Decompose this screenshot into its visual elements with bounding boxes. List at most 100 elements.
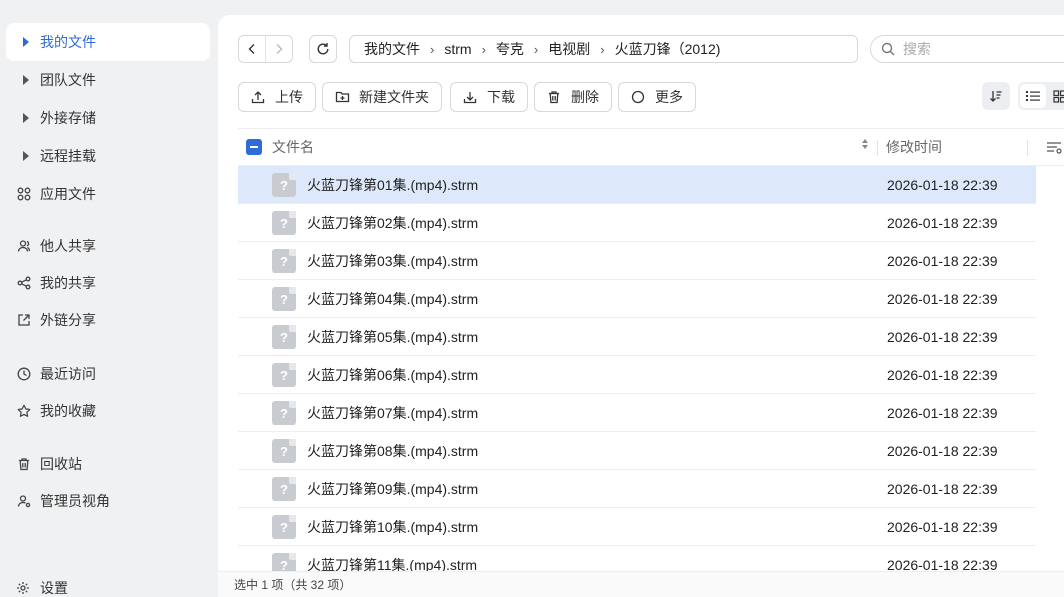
file-browser-panel: 我的文件 › strm › 夸克 › 电视剧 › 火蓝刀锋（2012) 上传 新…: [218, 15, 1064, 571]
breadcrumb-current[interactable]: 火蓝刀锋（2012): [615, 39, 721, 59]
forward-button[interactable]: [265, 36, 292, 62]
file-modified-time: 2026-01-18 22:39: [887, 556, 998, 572]
history-nav: [238, 35, 293, 63]
file-modified-time: 2026-01-18 22:39: [887, 290, 998, 307]
file-name: 火蓝刀锋第11集.(mp4).strm: [307, 556, 478, 572]
column-divider[interactable]: [1027, 140, 1028, 156]
table-row[interactable]: ? 火蓝刀锋第08集.(mp4).strm 2026-01-18 22:39: [238, 432, 1036, 470]
sidebar: 我的文件 团队文件 外接存储 远程挂载 应用文件 他人共享 我的共享 外链分享: [0, 0, 218, 597]
breadcrumb-item[interactable]: strm: [444, 41, 471, 57]
column-divider[interactable]: [877, 140, 878, 156]
sidebar-item-label: 团队文件: [40, 72, 96, 88]
admin-icon: [16, 493, 32, 509]
clock-icon: [16, 366, 32, 382]
list-view-button[interactable]: [1020, 84, 1046, 108]
file-name: 火蓝刀锋第01集.(mp4).strm: [307, 176, 479, 193]
sidebar-item-recycle-bin[interactable]: 回收站: [6, 445, 210, 483]
file-modified-time: 2026-01-18 22:39: [887, 404, 998, 421]
breadcrumb-item[interactable]: 夸克: [496, 39, 524, 59]
more-label: 更多: [655, 89, 683, 105]
sort-button[interactable]: [982, 82, 1010, 110]
upload-button[interactable]: 上传: [238, 82, 316, 112]
sidebar-item-label: 我的收藏: [40, 403, 96, 419]
table-row[interactable]: ? 火蓝刀锋第09集.(mp4).strm 2026-01-18 22:39: [238, 470, 1036, 508]
sort-icon: [990, 91, 1002, 102]
unknown-file-icon: ?: [272, 401, 296, 425]
chevron-right-icon: ›: [430, 41, 435, 57]
unknown-file-icon: ?: [272, 211, 296, 235]
file-name: 火蓝刀锋第06集.(mp4).strm: [307, 366, 479, 383]
sidebar-item-favorites[interactable]: 我的收藏: [6, 392, 210, 430]
sidebar-item-team-files[interactable]: 团队文件: [6, 61, 210, 99]
table-row[interactable]: ? 火蓝刀锋第04集.(mp4).strm 2026-01-18 22:39: [238, 280, 1036, 318]
select-all-checkbox[interactable]: [246, 139, 262, 155]
sidebar-item-external-storage[interactable]: 外接存储: [6, 99, 210, 137]
file-modified-time: 2026-01-18 22:39: [887, 252, 998, 269]
table-row[interactable]: ? 火蓝刀锋第02集.(mp4).strm 2026-01-18 22:39: [238, 204, 1036, 242]
table-row[interactable]: ? 火蓝刀锋第01集.(mp4).strm 2026-01-18 22:39: [238, 166, 1036, 204]
settings-button[interactable]: 设置: [16, 578, 68, 597]
breadcrumb-item[interactable]: 我的文件: [364, 39, 420, 59]
sidebar-item-label: 回收站: [40, 456, 82, 472]
sidebar-item-label: 我的文件: [40, 34, 96, 50]
download-icon: [463, 89, 479, 105]
sidebar-item-link-shares[interactable]: 外链分享: [6, 301, 210, 339]
sort-arrows-icon[interactable]: [862, 139, 868, 149]
upload-label: 上传: [275, 89, 303, 105]
sidebar-item-my-shares[interactable]: 我的共享: [6, 264, 210, 302]
trash-icon: [547, 89, 563, 105]
new-folder-button[interactable]: 新建文件夹: [322, 82, 442, 112]
unknown-file-icon: ?: [272, 249, 296, 273]
view-toggle: [1018, 82, 1064, 110]
delete-button[interactable]: 删除: [534, 82, 612, 112]
column-settings-icon[interactable]: [1046, 141, 1064, 155]
table-row[interactable]: ? 火蓝刀锋第03集.(mp4).strm 2026-01-18 22:39: [238, 242, 1036, 280]
grid-view-button[interactable]: [1046, 84, 1064, 108]
table-row[interactable]: ? 火蓝刀锋第07集.(mp4).strm 2026-01-18 22:39: [238, 394, 1036, 432]
caret-right-icon: [16, 72, 32, 88]
sidebar-item-app-files[interactable]: 应用文件: [6, 175, 210, 213]
sidebar-item-my-files[interactable]: 我的文件: [6, 23, 210, 61]
search-input[interactable]: [903, 41, 1053, 57]
more-circle-icon: [631, 89, 647, 105]
table-row[interactable]: ? 火蓝刀锋第10集.(mp4).strm 2026-01-18 22:39: [238, 508, 1036, 546]
file-name: 火蓝刀锋第04集.(mp4).strm: [307, 290, 479, 307]
file-modified-time: 2026-01-18 22:39: [887, 518, 998, 535]
column-header-name[interactable]: 文件名: [272, 137, 852, 157]
chevron-right-icon: ›: [481, 41, 486, 57]
file-name: 火蓝刀锋第08集.(mp4).strm: [307, 442, 479, 459]
sidebar-item-label: 应用文件: [40, 186, 96, 202]
table-row[interactable]: ? 火蓝刀锋第11集.(mp4).strm 2026-01-18 22:39: [238, 546, 1036, 571]
more-button[interactable]: 更多: [618, 82, 696, 112]
sidebar-item-shared-with-me[interactable]: 他人共享: [6, 227, 210, 265]
unknown-file-icon: ?: [272, 515, 296, 539]
unknown-file-icon: ?: [272, 439, 296, 463]
sidebar-item-label: 外链分享: [40, 312, 96, 328]
settings-label: 设置: [40, 580, 68, 596]
file-name: 火蓝刀锋第03集.(mp4).strm: [307, 252, 479, 269]
gear-icon: [16, 580, 32, 596]
sidebar-item-recent[interactable]: 最近访问: [6, 355, 210, 393]
file-modified-time: 2026-01-18 22:39: [887, 176, 998, 193]
file-modified-time: 2026-01-18 22:39: [887, 366, 998, 383]
chevron-right-icon: ›: [600, 41, 605, 57]
sidebar-item-remote-mount[interactable]: 远程挂载: [6, 137, 210, 175]
file-modified-time: 2026-01-18 22:39: [887, 442, 998, 459]
back-button[interactable]: [239, 36, 265, 62]
table-row[interactable]: ? 火蓝刀锋第06集.(mp4).strm 2026-01-18 22:39: [238, 356, 1036, 394]
search-box: [870, 35, 1064, 63]
breadcrumb: 我的文件 › strm › 夸克 › 电视剧 › 火蓝刀锋（2012): [349, 35, 858, 63]
caret-right-icon: [16, 34, 32, 50]
table-row[interactable]: ? 火蓝刀锋第05集.(mp4).strm 2026-01-18 22:39: [238, 318, 1036, 356]
file-name: 火蓝刀锋第07集.(mp4).strm: [307, 404, 479, 421]
chevron-right-icon: [276, 44, 283, 54]
breadcrumb-item[interactable]: 电视剧: [548, 39, 590, 59]
sidebar-item-admin-view[interactable]: 管理员视角: [6, 482, 210, 520]
refresh-button[interactable]: [309, 35, 337, 63]
column-header-modified[interactable]: 修改时间: [886, 137, 942, 157]
apps-icon: [16, 186, 32, 202]
list-icon: [1026, 91, 1040, 101]
unknown-file-icon: ?: [272, 287, 296, 311]
download-button[interactable]: 下载: [450, 82, 528, 112]
refresh-icon: [317, 43, 329, 55]
